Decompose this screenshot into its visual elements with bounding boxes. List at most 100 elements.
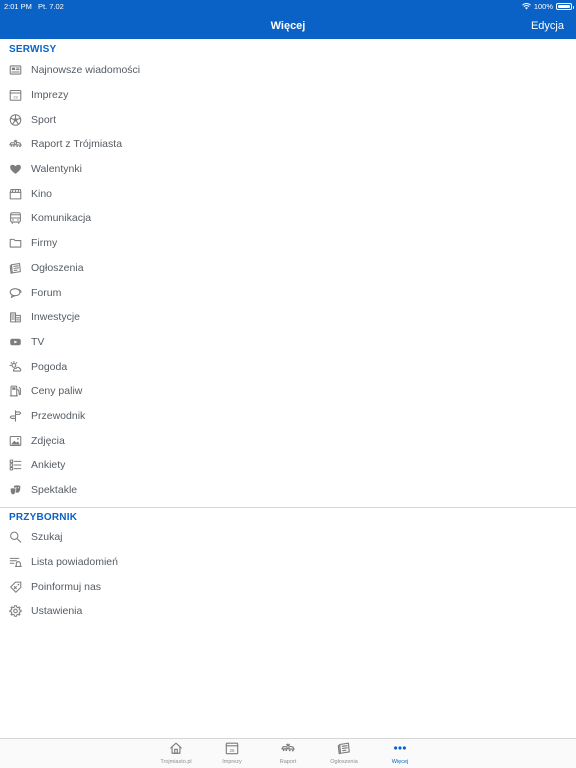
report-tag-icon [10, 581, 22, 593]
menu-item-firmy[interactable]: Firmy [0, 231, 576, 256]
tab-raport[interactable]: Raport [263, 741, 313, 765]
menu-item-spektakle[interactable]: Spektakle [0, 478, 576, 503]
menu-item-label: Komunikacja [31, 212, 92, 225]
top-bar: 2:01 PM Pt. 7.02 100% Więcej Edycja [0, 0, 576, 39]
menu-item-ceny-paliw[interactable]: Ceny paliw [0, 379, 576, 404]
more-screen: 2:01 PM Pt. 7.02 100% Więcej Edycja SERWI… [0, 0, 576, 768]
menu-item-label: Forum [31, 286, 62, 299]
menu-item-szukaj[interactable]: Szukaj [0, 525, 576, 550]
menu-item-label: Szukaj [31, 531, 63, 544]
weather-icon [9, 360, 22, 372]
menu-item-ogloszenia[interactable]: Ogłoszenia [0, 256, 576, 281]
menu-item-forum[interactable]: Forum [0, 280, 576, 305]
menu-item-label: Przewodnik [31, 409, 86, 422]
wifi-icon [521, 3, 531, 10]
menu-item-label: Zdjęcia [31, 434, 65, 447]
status-bar-right: 100% [521, 2, 574, 11]
menu-item-sport[interactable]: Sport [0, 107, 576, 132]
svg-text:28: 28 [13, 95, 18, 100]
search-icon [10, 531, 22, 544]
gear-icon [9, 605, 22, 618]
menu-item-zdjecia[interactable]: Zdjęcia [0, 428, 576, 453]
menu-item-poinformuj-nas[interactable]: Poinformuj nas [0, 574, 576, 599]
section-header-serwisy: SERWISY [9, 44, 57, 55]
tab-bar: Trojmiasto.pl 28 Imprezy Raport Ogłoszenia Wi… [0, 738, 576, 768]
menu-item-label: Kino [31, 187, 53, 200]
section-divider [0, 507, 576, 508]
przybornik-list: Szukaj Lista powiadomień Poinformuj nas Ust… [0, 525, 576, 624]
edit-button[interactable]: Edycja [531, 20, 564, 32]
menu-item-inwestycje[interactable]: Inwestycje [0, 305, 576, 330]
menu-item-komunikacja[interactable]: Komunikacja [0, 206, 576, 231]
signpost-icon [9, 410, 22, 422]
home-icon [170, 742, 182, 754]
tv-icon [10, 338, 21, 346]
bus-icon [10, 212, 21, 225]
fuel-pump-icon [9, 385, 21, 397]
menu-item-label: Inwestycje [31, 311, 81, 324]
menu-item-label: Poinformuj nas [31, 580, 102, 593]
clapperboard-icon [9, 188, 22, 200]
tab-label: Więcej [391, 759, 409, 765]
tab-label: Ogłoszenia [330, 759, 358, 765]
tab-ogloszenia[interactable]: Ogłoszenia [319, 741, 369, 765]
tab-label: Trojmiasto.pl [160, 759, 192, 765]
menu-item-kino[interactable]: Kino [0, 181, 576, 206]
battery-fill [558, 5, 570, 8]
classifieds-icon [337, 742, 350, 755]
notification-list-icon [9, 557, 22, 568]
chat-bubbles-icon [9, 287, 22, 298]
menu-item-raport-z-trojmiasta[interactable]: Raport z Trójmiasta [0, 132, 576, 157]
menu-item-label: Ceny paliw [31, 385, 83, 398]
menu-item-tv[interactable]: TV [0, 330, 576, 355]
menu-item-label: Ustawienia [31, 605, 83, 618]
photo-icon [9, 435, 22, 446]
menu-item-label: TV [31, 335, 45, 348]
tab-label: Raport [279, 759, 297, 765]
menu-item-label: Lista powiadomień [31, 556, 118, 569]
menu-item-label: Najnowsze wiadomości [31, 64, 141, 77]
theater-masks-icon [9, 485, 21, 496]
menu-item-walentynki[interactable]: Walentynki [0, 157, 576, 182]
menu-item-label: Walentynki [31, 163, 82, 176]
tab-imprezy[interactable]: 28 Imprezy [207, 741, 257, 765]
tab-wiecej[interactable]: Więcej [375, 741, 425, 765]
buildings-icon [10, 312, 21, 323]
menu-item-ustawienia[interactable]: Ustawienia [0, 599, 576, 624]
battery-percent: 100% [533, 2, 553, 11]
tab-label: Imprezy [222, 759, 242, 765]
more-dots-icon [394, 746, 406, 750]
menu-item-imprezy[interactable]: 28 Imprezy [0, 83, 576, 108]
soccer-ball-icon [9, 113, 22, 126]
menu-item-label: Imprezy [31, 89, 69, 102]
folder-icon [9, 238, 22, 248]
svg-text:28: 28 [230, 748, 235, 753]
menu-item-label: Ankiety [31, 459, 66, 472]
menu-item-najnowsze-wiadomosci[interactable]: Najnowsze wiadomości [0, 58, 576, 83]
menu-item-label: Pogoda [31, 360, 68, 373]
newspaper-icon [9, 65, 22, 75]
status-bar-left: 2:01 PM Pt. 7.02 [4, 2, 64, 11]
menu-item-label: Spektakle [31, 484, 78, 497]
tab-trojmiasto-pl[interactable]: Trojmiasto.pl [151, 741, 201, 765]
status-date: Pt. 7.02 [37, 2, 64, 11]
menu-item-label: Ogłoszenia [31, 261, 84, 274]
menu-item-label: Raport z Trójmiasta [31, 138, 123, 151]
car-crash-icon [281, 743, 295, 752]
menu-item-label: Sport [31, 113, 57, 126]
heart-icon [10, 164, 21, 174]
serwisy-list: Najnowsze wiadomości 28 Imprezy Sport Raport… [0, 58, 576, 502]
menu-item-lista-powiadomien[interactable]: Lista powiadomień [0, 550, 576, 575]
menu-item-pogoda[interactable]: Pogoda [0, 354, 576, 379]
section-header-przybornik: PRZYBORNIK [9, 512, 78, 523]
poll-icon [9, 459, 22, 471]
calendar-icon: 28 [9, 90, 22, 101]
calendar-icon: 28 [225, 742, 239, 755]
battery-icon [556, 3, 574, 10]
page-title: Więcej [270, 20, 306, 32]
menu-item-przewodnik[interactable]: Przewodnik [0, 404, 576, 429]
car-crash-icon [9, 140, 22, 148]
classifieds-icon [9, 262, 21, 274]
menu-item-label: Firmy [31, 237, 58, 250]
menu-item-ankiety[interactable]: Ankiety [0, 453, 576, 478]
